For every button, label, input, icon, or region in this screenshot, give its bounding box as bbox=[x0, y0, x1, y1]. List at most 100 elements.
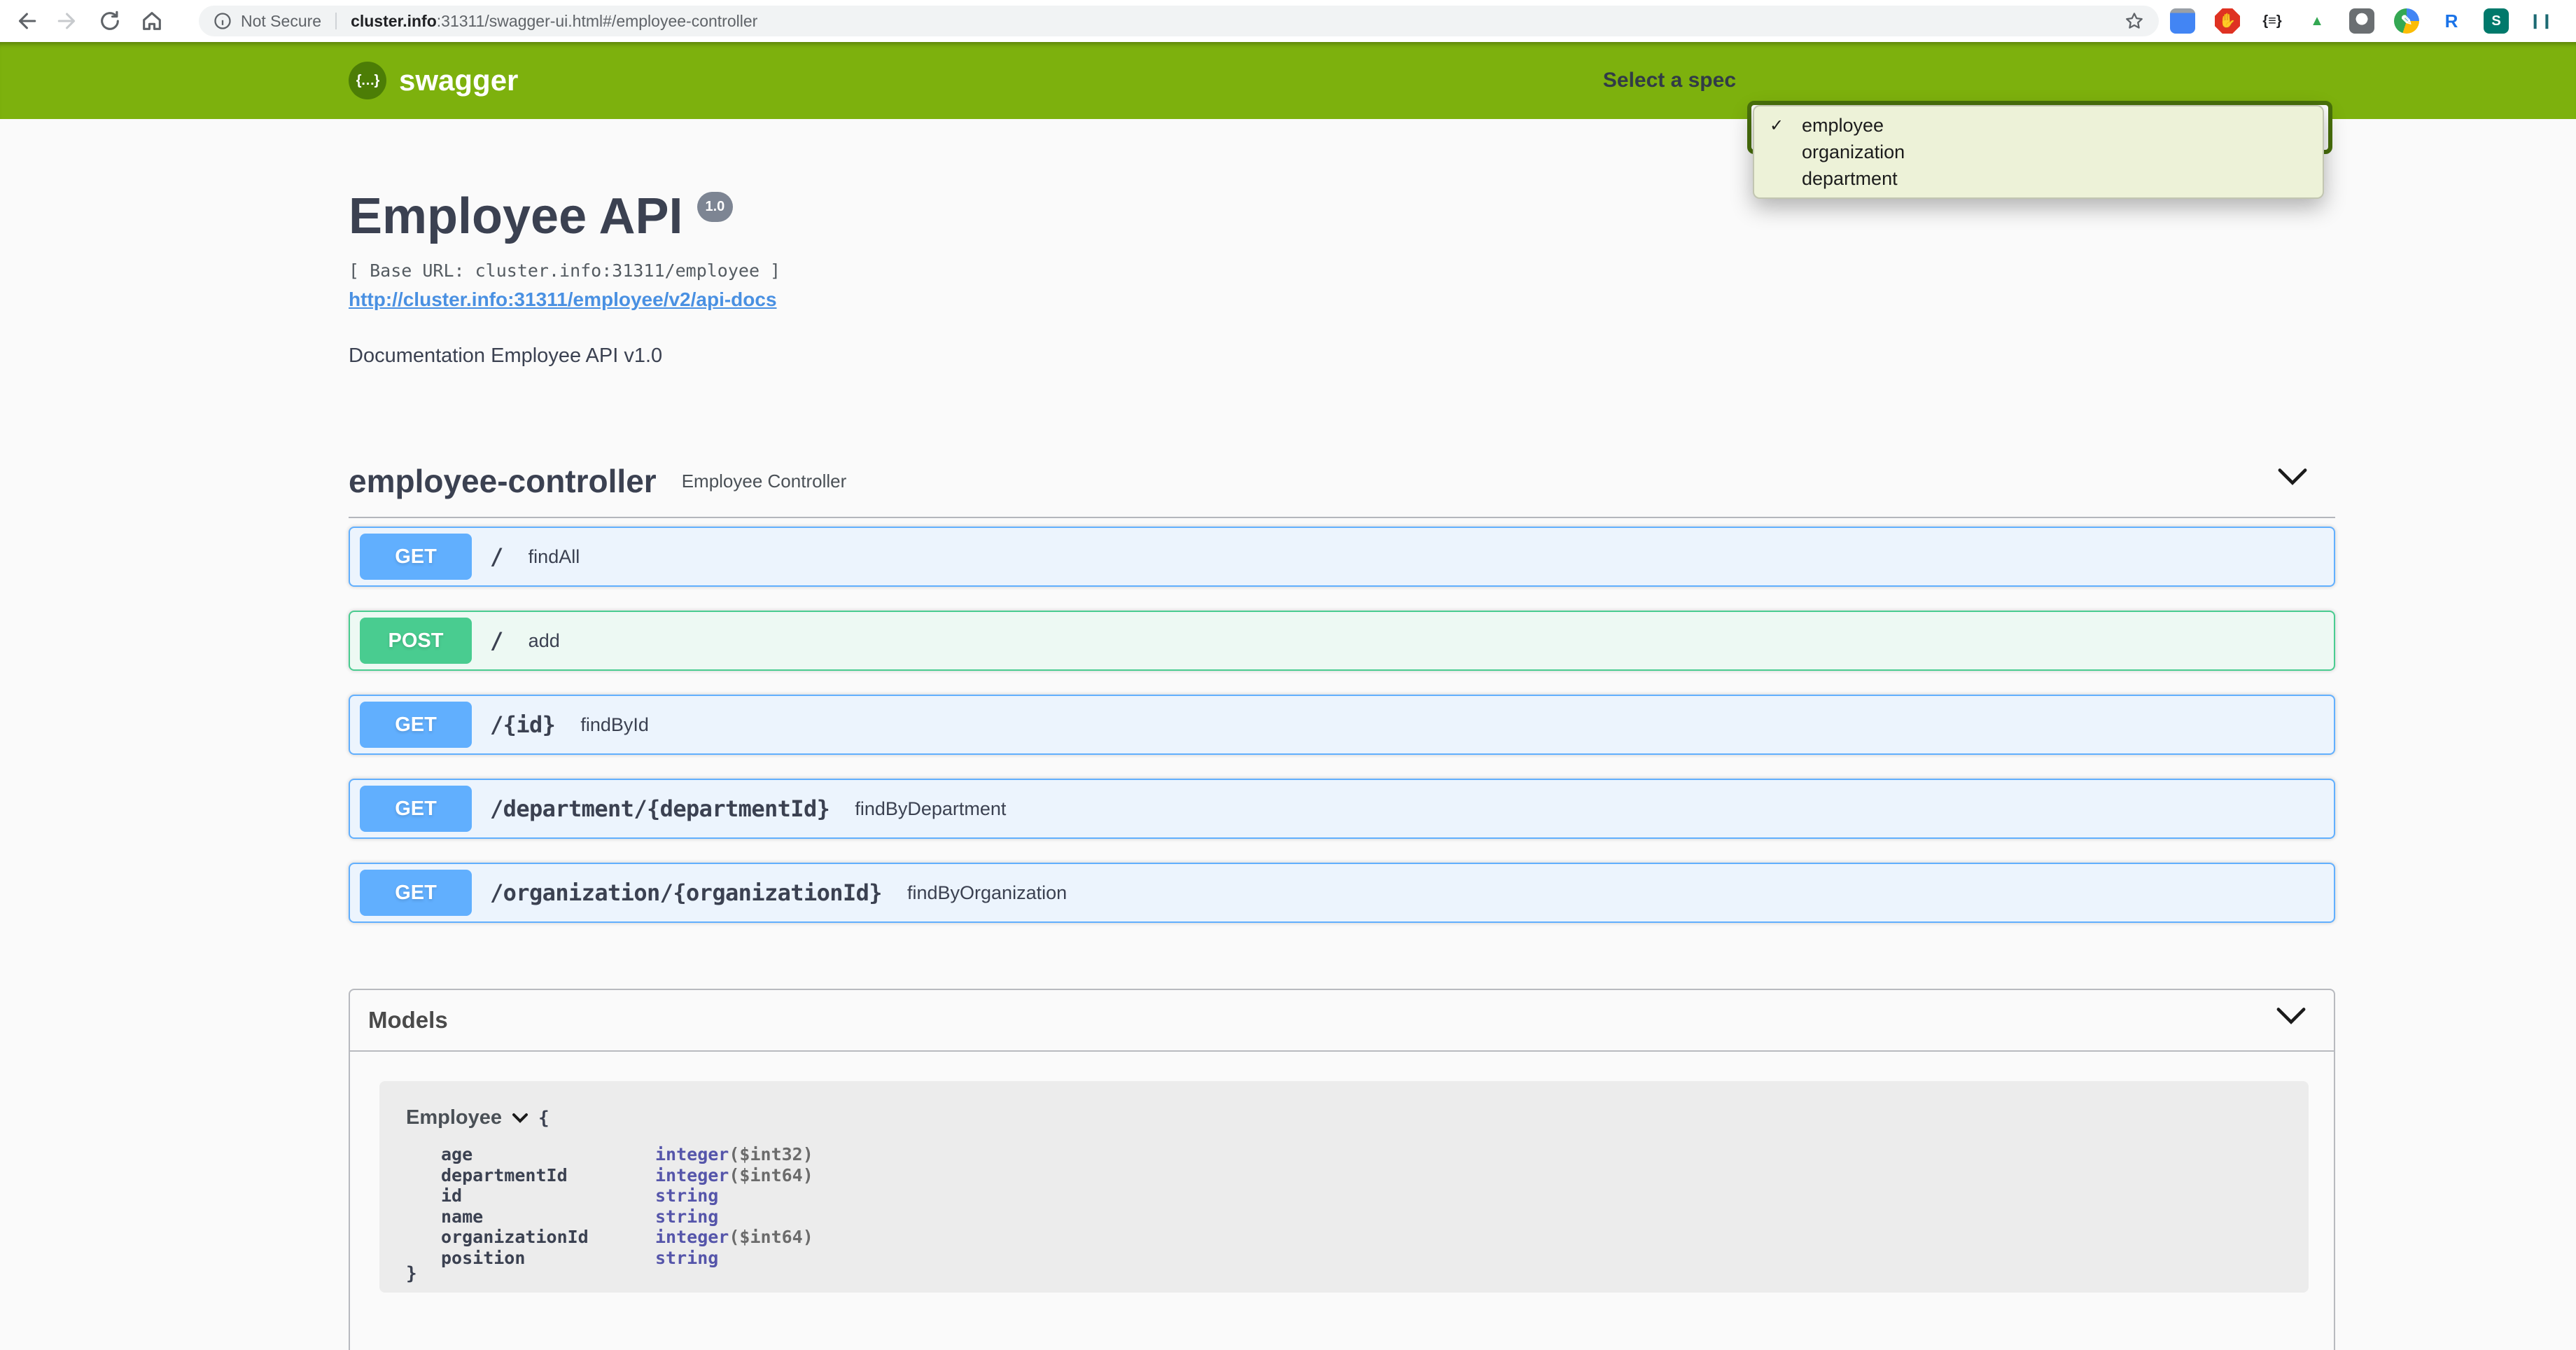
home-icon[interactable] bbox=[140, 9, 164, 33]
models-section: Models Employee { ageinteger($int32) dep… bbox=[349, 989, 2335, 1350]
method-badge: GET bbox=[360, 702, 472, 748]
endpoint-summary: findById bbox=[580, 714, 649, 736]
endpoint-summary: findAll bbox=[528, 546, 580, 568]
controller-name: employee-controller bbox=[349, 462, 657, 500]
browser-nav-buttons bbox=[14, 0, 164, 42]
address-bar[interactable]: Not Secure cluster.info:31311/swagger-ui… bbox=[199, 6, 2159, 36]
back-icon[interactable] bbox=[14, 9, 38, 33]
endpoint-path: / bbox=[490, 627, 503, 654]
model-name: Employee bbox=[406, 1106, 502, 1129]
api-description: Documentation Employee API v1.0 bbox=[349, 345, 662, 368]
spec-option-label: employee bbox=[1802, 115, 1884, 137]
property-format: ($int32) bbox=[729, 1144, 813, 1164]
property-name: position bbox=[441, 1248, 655, 1268]
endpoint-path: /{id} bbox=[490, 711, 555, 738]
endpoint-path: /organization/{organizationId} bbox=[490, 879, 882, 906]
page-title: Employee API 1.0 bbox=[349, 188, 733, 245]
spec-option[interactable]: ✓ employee bbox=[1754, 112, 2323, 139]
model-property-row: ageinteger($int32) bbox=[441, 1144, 813, 1165]
property-type: integer bbox=[655, 1144, 729, 1164]
models-header[interactable]: Models bbox=[350, 990, 2334, 1052]
close-brace: } bbox=[406, 1263, 417, 1284]
models-chevron-down-icon[interactable] bbox=[2276, 1007, 2306, 1025]
bookmark-star-icon[interactable] bbox=[2124, 11, 2145, 32]
model-properties: ageinteger($int32) departmentIdinteger($… bbox=[441, 1144, 813, 1269]
model-property-row: idstring bbox=[441, 1185, 813, 1206]
url-path: :31311/swagger-ui.html#/employee-control… bbox=[437, 12, 758, 30]
version-badge: 1.0 bbox=[697, 192, 734, 222]
spec-dropdown-menu: ✓ employee organization department bbox=[1753, 105, 2324, 199]
model-property-row: namestring bbox=[441, 1206, 813, 1227]
spec-option[interactable]: organization bbox=[1754, 139, 2323, 165]
endpoint-row[interactable]: GET /department/{departmentId} findByDep… bbox=[349, 779, 2335, 839]
controller-section-header[interactable]: employee-controller Employee Controller bbox=[349, 445, 2335, 518]
endpoint-summary: add bbox=[528, 630, 560, 652]
swagger-topbar: {…} swagger Select a spec ✓ employee org… bbox=[0, 42, 2576, 119]
model-property-row: departmentIdinteger($int64) bbox=[441, 1165, 813, 1186]
method-badge: GET bbox=[360, 870, 472, 916]
endpoint-row[interactable]: GET /{id} findById bbox=[349, 695, 2335, 755]
property-name: id bbox=[441, 1185, 655, 1206]
model-property-row: positionstring bbox=[441, 1248, 813, 1269]
info-icon[interactable] bbox=[213, 11, 232, 31]
select-spec-label: Select a spec bbox=[1428, 42, 1736, 119]
property-name: name bbox=[441, 1206, 655, 1227]
endpoint-list: GET / findAll POST / add GET /{id} findB… bbox=[349, 527, 2335, 947]
endpoint-row[interactable]: POST / add bbox=[349, 611, 2335, 671]
property-name: departmentId bbox=[441, 1165, 655, 1185]
not-secure-label: Not Secure bbox=[241, 12, 321, 31]
refresh-r-extension-icon[interactable]: R bbox=[2439, 8, 2464, 34]
swagger-logo-icon: {…} bbox=[349, 62, 386, 99]
property-name: organizationId bbox=[441, 1227, 655, 1247]
selected-check-icon: ✓ bbox=[1770, 116, 1784, 136]
model-property-row: organizationIdinteger($int64) bbox=[441, 1227, 813, 1248]
api-docs-link[interactable]: http://cluster.info:31311/employee/v2/ap… bbox=[349, 288, 777, 311]
address-bar-divider bbox=[335, 13, 337, 29]
property-format: ($int64) bbox=[729, 1227, 813, 1247]
employee-model-box: Employee { ageinteger($int32) department… bbox=[379, 1081, 2309, 1293]
model-title-row[interactable]: Employee { bbox=[406, 1106, 550, 1129]
endpoint-row[interactable]: GET /organization/{organizationId} findB… bbox=[349, 863, 2335, 923]
endpoint-path: / bbox=[490, 543, 503, 570]
endpoint-row[interactable]: GET / findAll bbox=[349, 527, 2335, 587]
swagger-logo-text: swagger bbox=[399, 64, 518, 97]
url-host: cluster.info bbox=[351, 12, 437, 30]
calendar-extension-icon[interactable] bbox=[2170, 8, 2195, 34]
endpoint-summary: findByOrganization bbox=[907, 882, 1067, 904]
swagger-logo: {…} swagger bbox=[349, 42, 518, 119]
swagger-ui-page: Not Secure cluster.info:31311/swagger-ui… bbox=[0, 0, 2576, 1350]
endpoint-path: /department/{departmentId} bbox=[490, 795, 830, 822]
property-type: integer bbox=[655, 1165, 729, 1185]
spec-option-label: department bbox=[1802, 168, 1898, 190]
sourcegraph-extension-icon[interactable]: S bbox=[2484, 8, 2509, 34]
property-type: string bbox=[655, 1248, 718, 1268]
controller-description: Employee Controller bbox=[682, 471, 847, 492]
forward-icon[interactable] bbox=[56, 9, 80, 33]
property-format: ($int64) bbox=[729, 1165, 813, 1185]
property-type: string bbox=[655, 1206, 718, 1227]
models-title: Models bbox=[368, 1007, 448, 1034]
json-formatter-extension-icon[interactable]: {≡} bbox=[2260, 8, 2285, 34]
api-title-text: Employee API bbox=[349, 188, 683, 244]
spec-option[interactable]: department bbox=[1754, 165, 2323, 192]
endpoint-summary: findByDepartment bbox=[855, 798, 1006, 820]
property-type: string bbox=[655, 1185, 718, 1206]
google-drive-extension-icon[interactable]: ▲ bbox=[2304, 8, 2330, 34]
model-toggle-chevron-icon[interactable] bbox=[512, 1113, 528, 1124]
method-badge: GET bbox=[360, 534, 472, 580]
controller-chevron-down-icon[interactable] bbox=[2278, 468, 2307, 486]
spec-option-label: organization bbox=[1802, 141, 1905, 163]
reload-icon[interactable] bbox=[98, 9, 122, 33]
browser-toolbar: Not Secure cluster.info:31311/swagger-ui… bbox=[0, 0, 2576, 42]
url-text: cluster.info:31311/swagger-ui.html#/empl… bbox=[351, 12, 757, 31]
method-badge: POST bbox=[360, 618, 472, 664]
method-badge: GET bbox=[360, 786, 472, 832]
extensions-row: ✋ {≡} ▲ ✎ R S ❙❙ bbox=[2170, 0, 2554, 42]
google-keep-extension-icon[interactable] bbox=[2349, 8, 2374, 34]
property-name: age bbox=[441, 1144, 655, 1164]
google-analytics-extension-icon[interactable]: ✎ bbox=[2394, 8, 2419, 34]
base-url: [ Base URL: cluster.info:31311/employee … bbox=[349, 260, 780, 281]
property-type: integer bbox=[655, 1227, 729, 1247]
docker-bars-extension-icon[interactable]: ❙❙ bbox=[2528, 8, 2554, 34]
adblock-extension-icon[interactable]: ✋ bbox=[2215, 8, 2240, 34]
